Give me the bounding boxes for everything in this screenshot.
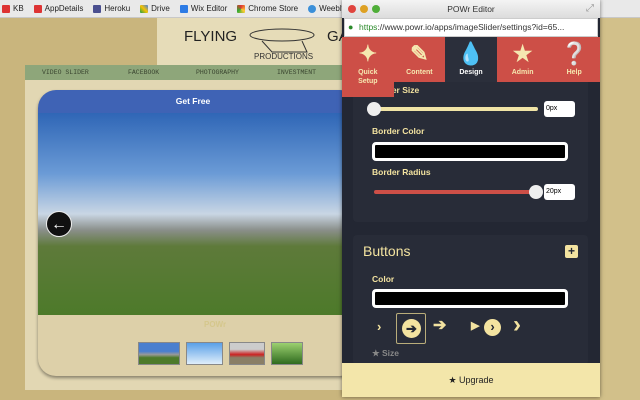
circle-arrow-icon[interactable]: ➔	[402, 319, 421, 338]
wix-icon	[179, 4, 188, 13]
border-size-handle[interactable]	[367, 102, 381, 116]
thumbnail-4[interactable]	[271, 342, 303, 365]
bookmark-kb[interactable]: KB	[2, 4, 24, 13]
airship-icon	[249, 28, 315, 53]
close-button[interactable]	[348, 5, 356, 13]
magic-wand-icon: ✦	[358, 41, 378, 66]
bookmark-appdetails[interactable]: AppDetails	[33, 4, 84, 13]
heroku-icon	[93, 4, 102, 13]
url-bar[interactable]: ● https://www.powr.io/apps/imageSlider/s…	[344, 18, 598, 37]
logo-subtitle: PRODUCTIONS	[254, 52, 314, 61]
bookmark-label: Chrome Store	[248, 4, 299, 13]
nav-video-slider[interactable]: VIDEO SLIDER	[42, 69, 89, 76]
border-size-input[interactable]: 0px	[544, 101, 575, 117]
tab-label: Admin	[511, 69, 534, 76]
chevron-large-icon[interactable]: ›	[513, 311, 521, 339]
circle-chevron-icon[interactable]: ›	[484, 319, 501, 336]
bookmark-icon	[2, 4, 10, 13]
chevron-small-icon[interactable]: ›	[377, 319, 381, 334]
nav-investment[interactable]: INVESTMENT	[277, 69, 316, 76]
size-label: ★ Size	[372, 348, 399, 358]
bookmark-label: Wix Editor	[190, 4, 228, 13]
thumbnail-3[interactable]	[229, 342, 265, 365]
plus-icon[interactable]: +	[565, 245, 578, 258]
image-slider: Get Free ← POWr	[38, 90, 358, 376]
upgrade-label: Upgrade	[459, 375, 494, 385]
arrow-left-circle-icon[interactable]: ←	[46, 211, 72, 237]
tab-design[interactable]: 💧 Design	[445, 37, 497, 82]
border-color-label: Border Color	[372, 126, 425, 136]
bookmark-chrome-store[interactable]: Chrome Store	[237, 4, 298, 13]
tab-label: Quick Setup	[358, 69, 378, 85]
bookmark-wix[interactable]: Wix Editor	[179, 4, 228, 13]
buttons-color-label: Color	[372, 274, 395, 284]
tab-help[interactable]: ❔ Help	[548, 37, 600, 82]
triangle-right-icon[interactable]: ▶	[471, 319, 479, 332]
thumbnail-2[interactable]	[186, 342, 223, 365]
thumbnail-1[interactable]	[138, 342, 180, 365]
question-icon: ❔	[560, 41, 588, 66]
site-logo: FLYING GA PRODUCTIONS	[157, 18, 349, 66]
url-text: ://www.powr.io/apps/imageSlider/settings…	[377, 22, 565, 32]
border-section: Border Size 0px Border Color Border Radi…	[353, 82, 588, 222]
border-radius-handle[interactable]	[529, 185, 543, 199]
bookmark-label: Drive	[151, 4, 170, 13]
arrow-right-icon[interactable]: ➔	[433, 315, 446, 335]
window-title: POWr Editor	[447, 4, 495, 14]
bookmark-label: Heroku	[104, 4, 131, 13]
lock-icon: ●	[348, 22, 354, 32]
tab-quick-setup[interactable]: ✦ Quick Setup	[342, 37, 394, 97]
bookmark-label: KB	[13, 4, 24, 13]
tab-content[interactable]: ✎ Content	[393, 37, 446, 82]
expand-icon[interactable]: ⤢	[586, 3, 594, 14]
nav-facebook[interactable]: FACEBOOK	[128, 69, 159, 76]
bookmark-label: AppDetails	[44, 4, 84, 13]
drop-icon: 💧	[457, 41, 485, 66]
site-nav: VIDEO SLIDER FACEBOOK PHOTOGRAPHY INVEST…	[25, 65, 345, 80]
border-radius-input[interactable]: 20px	[544, 184, 575, 200]
star-icon: ★	[512, 41, 533, 66]
powr-watermark[interactable]: POWr	[204, 320, 226, 329]
tab-admin[interactable]: ★ Admin	[496, 37, 549, 82]
maximize-button[interactable]	[372, 5, 380, 13]
drive-icon	[140, 4, 149, 13]
tab-label: Content	[406, 69, 433, 76]
edit-icon: ✎	[410, 41, 429, 66]
border-color-picker[interactable]	[372, 142, 568, 161]
border-size-slider[interactable]	[374, 107, 538, 111]
bookmark-heroku[interactable]: Heroku	[93, 4, 130, 13]
border-radius-slider[interactable]	[374, 190, 538, 194]
editor-tabs: ✦ Quick Setup ✎ Content 💧 Design ★ Admin ❔ He…	[342, 37, 600, 97]
size-label-text: Size	[381, 348, 399, 358]
weebly-icon	[308, 4, 317, 13]
buttons-section: Buttons + Color › ➔ ➔ ▶ › › ★ Size	[353, 235, 588, 365]
buttons-heading: Buttons	[363, 243, 411, 259]
star-icon: ★	[448, 375, 457, 385]
page-background	[600, 18, 640, 400]
powr-editor-window: POWr Editor ⤢ ● https://www.powr.io/apps…	[342, 0, 600, 397]
url-scheme: https	[359, 22, 378, 32]
minimize-button[interactable]	[360, 5, 368, 13]
bookmark-drive[interactable]: Drive	[140, 4, 170, 13]
tab-label: Help	[566, 69, 582, 76]
tab-label: Design	[459, 69, 483, 76]
chrome-store-icon	[237, 4, 246, 13]
buttons-color-picker[interactable]	[372, 289, 568, 308]
window-titlebar: POWr Editor	[342, 0, 600, 18]
border-radius-label: Border Radius	[372, 167, 431, 177]
upgrade-button[interactable]: ★ Upgrade	[342, 363, 600, 397]
nav-photography[interactable]: PHOTOGRAPHY	[196, 69, 239, 76]
get-free-banner[interactable]: Get Free	[38, 90, 358, 113]
slide-image: ←	[38, 113, 358, 315]
logo-text: FLYING	[184, 28, 238, 45]
bookmark-icon	[33, 4, 42, 13]
